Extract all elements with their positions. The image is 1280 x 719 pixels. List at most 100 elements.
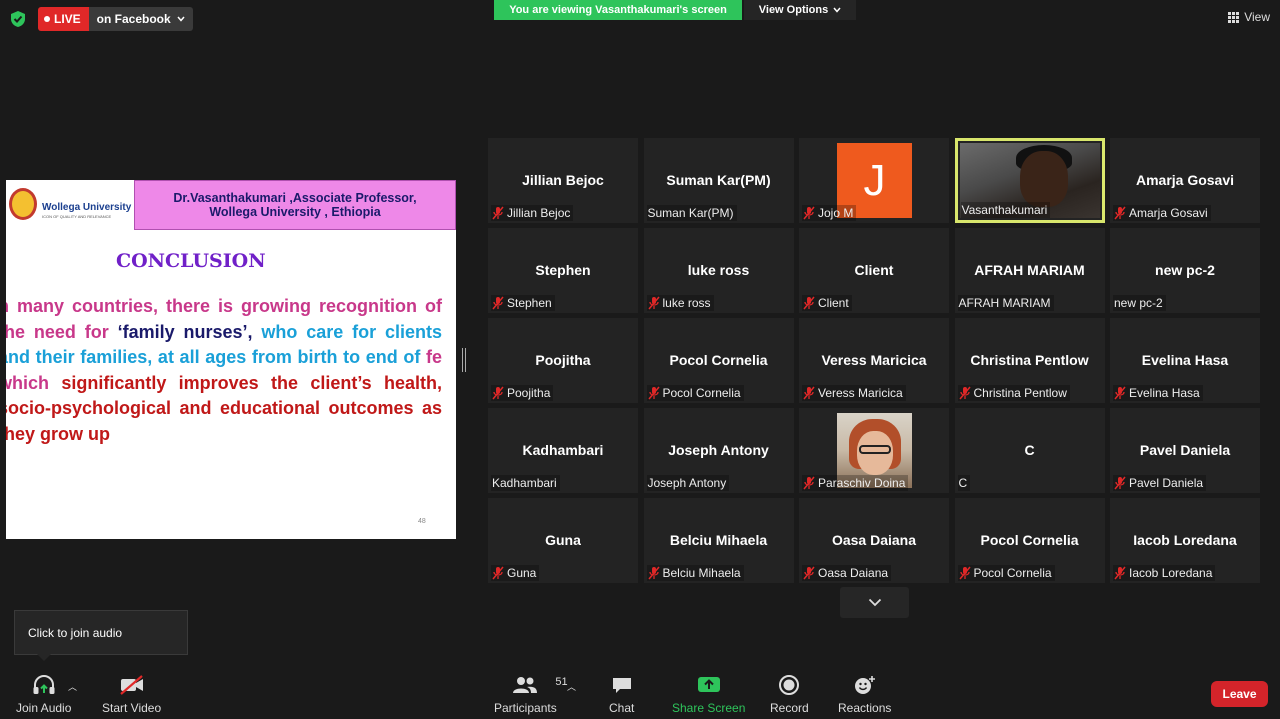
participant-display-name: Kadhambari [522,442,604,458]
participant-display-name: Stephen [535,262,591,278]
participant-name: Jojo M [818,206,854,220]
participant-tile[interactable]: new pc-2 new pc-2 [1110,228,1260,313]
participant-tile[interactable]: Iacob Loredana Iacob Loredana [1110,498,1260,583]
participants-options-caret[interactable]: ︿ [567,680,576,693]
participant-display-name: Belciu Mihaela [669,532,768,548]
viewing-screen-banner: You are viewing Vasanthakumari's screen [494,0,742,20]
participant-tile[interactable]: Suman Kar(PM) Suman Kar(PM) [643,138,794,223]
participant-tile[interactable]: Veress Maricica Veress Maricica [799,318,949,403]
participant-display-name: luke ross [687,262,750,278]
reactions-button[interactable]: Reactions [838,672,891,715]
participant-name-label: Joseph Antony [646,475,730,491]
mic-muted-icon [492,296,504,310]
chevron-down-icon [868,598,881,607]
slide-body-segment: ‘family nurses’, [117,321,253,342]
record-icon [779,675,800,695]
participant-tile[interactable]: Stephen Stephen [488,228,638,313]
participant-tile[interactable]: Poojitha Poojitha [488,318,638,403]
mic-muted-icon [492,386,504,400]
university-logo: Wollega University ICON OF QUALITY AND R… [6,184,138,228]
participant-display-name: Jillian Bejoc [522,172,604,188]
participant-name: new pc-2 [1114,296,1163,310]
participant-display-name: Pavel Daniela [1139,442,1231,458]
participant-tile[interactable]: Vasanthakumari [954,138,1105,223]
participant-name: luke ross [662,296,711,310]
participant-name-label: Jillian Bejoc [491,205,574,221]
participant-tile[interactable]: Kadhambari Kadhambari [488,408,638,493]
participant-tile[interactable]: CC [954,408,1105,493]
participant-name-label: Vasanthakumari [960,202,1051,218]
split-view-handle[interactable] [462,348,466,372]
chat-button[interactable]: Chat [609,672,634,715]
record-button[interactable]: Record [770,672,809,715]
participant-name-label: C [957,475,971,491]
participant-display-name: Client [854,262,894,278]
participant-tile[interactable]: Joseph Antony Joseph Antony [643,408,794,493]
participants-button[interactable]: 51 Participants [494,672,568,715]
live-stream-indicator[interactable]: LIVE on Facebook [38,7,193,31]
slide-body: n many countries, there is growing recog… [6,294,442,447]
participant-tile[interactable]: luke ross luke ross [643,228,794,313]
start-video-button[interactable]: Start Video [102,672,161,715]
mic-muted-icon [803,566,815,580]
slide-header-line1: Dr.Vasanthakumari ,Associate Professor, [173,191,417,205]
participant-name-label: Guna [491,565,540,581]
leave-button[interactable]: Leave [1211,681,1268,707]
participant-name: Belciu Mihaela [662,566,741,580]
participant-name-label: Iacob Loredana [1113,565,1216,581]
join-audio-button[interactable]: Join Audio [16,672,71,715]
participant-name: Pocol Cornelia [662,386,741,400]
shared-screen: Wollega University ICON OF QUALITY AND R… [6,180,456,539]
participant-tile[interactable]: Pavel Daniela Pavel Daniela [1110,408,1260,493]
shield-icon[interactable] [10,10,26,28]
tooltip-text: Click to join audio [28,625,123,640]
next-page-button[interactable] [840,587,909,618]
join-audio-label: Join Audio [16,701,72,715]
participant-name-label: AFRAH MARIAM [957,295,1054,311]
participant-name: Joseph Antony [647,476,727,490]
record-label: Record [770,701,809,715]
view-button[interactable]: View [1228,10,1270,24]
slide-title: CONCLUSION [116,250,266,272]
participant-tile[interactable]: AFRAH MARIAM AFRAH MARIAM [954,228,1105,313]
mic-muted-icon [492,566,504,580]
participant-tile[interactable]: J Jojo M [799,138,949,223]
participant-display-name: Guna [545,532,581,548]
mic-muted-icon [1114,206,1126,220]
participant-display-name: AFRAH MARIAM [974,262,1085,278]
live-destination: on Facebook [96,12,171,26]
participant-name: C [958,476,968,490]
participants-count: 51 [555,676,568,688]
chevron-down-icon [833,7,841,13]
mic-muted-icon [1114,386,1126,400]
share-screen-button[interactable]: Share Screen [672,672,745,715]
participant-name: Pavel Daniela [1129,476,1204,490]
participant-tile[interactable]: Amarja Gosavi Amarja Gosavi [1110,138,1260,223]
mic-muted-icon [958,566,971,580]
participant-name-label: Belciu Mihaela [646,565,744,581]
view-options-button[interactable]: View Options [744,0,856,20]
participant-tile[interactable]: Pocol Cornelia Pocol Cornelia [643,318,794,403]
participant-name-label: Pavel Daniela [1113,475,1207,491]
participant-tile[interactable]: Evelina Hasa Evelina Hasa [1110,318,1260,403]
participant-display-name: Poojitha [535,352,591,368]
participant-tile[interactable]: Belciu Mihaela Belciu Mihaela [643,498,794,583]
participant-name-label: Pocol Cornelia [646,385,744,401]
participant-tile[interactable]: Paraschiv Doina [799,408,949,493]
start-video-label: Start Video [102,701,162,715]
participant-tile[interactable]: Pocol Cornelia Pocol Cornelia [954,498,1105,583]
participant-tile[interactable]: Christina Pentlow Christina Pentlow [954,318,1105,403]
participant-tile[interactable]: Jillian Bejoc Jillian Bejoc [488,138,638,223]
participant-tile[interactable]: Oasa Daiana Oasa Daiana [799,498,949,583]
participant-tile[interactable]: Guna Guna [488,498,638,583]
participant-display-name: Suman Kar(PM) [666,172,771,188]
headphones-icon [33,675,55,694]
mic-muted-icon [803,386,815,400]
chevron-down-icon [177,16,185,22]
audio-options-caret[interactable]: ︿ [68,680,77,693]
participant-tile[interactable]: Client Client [799,228,949,313]
mic-muted-icon [647,566,660,580]
view-options-label: View Options [758,4,829,16]
participant-name-label: Veress Maricica [802,385,906,401]
participant-name-label: luke ross [646,295,714,311]
